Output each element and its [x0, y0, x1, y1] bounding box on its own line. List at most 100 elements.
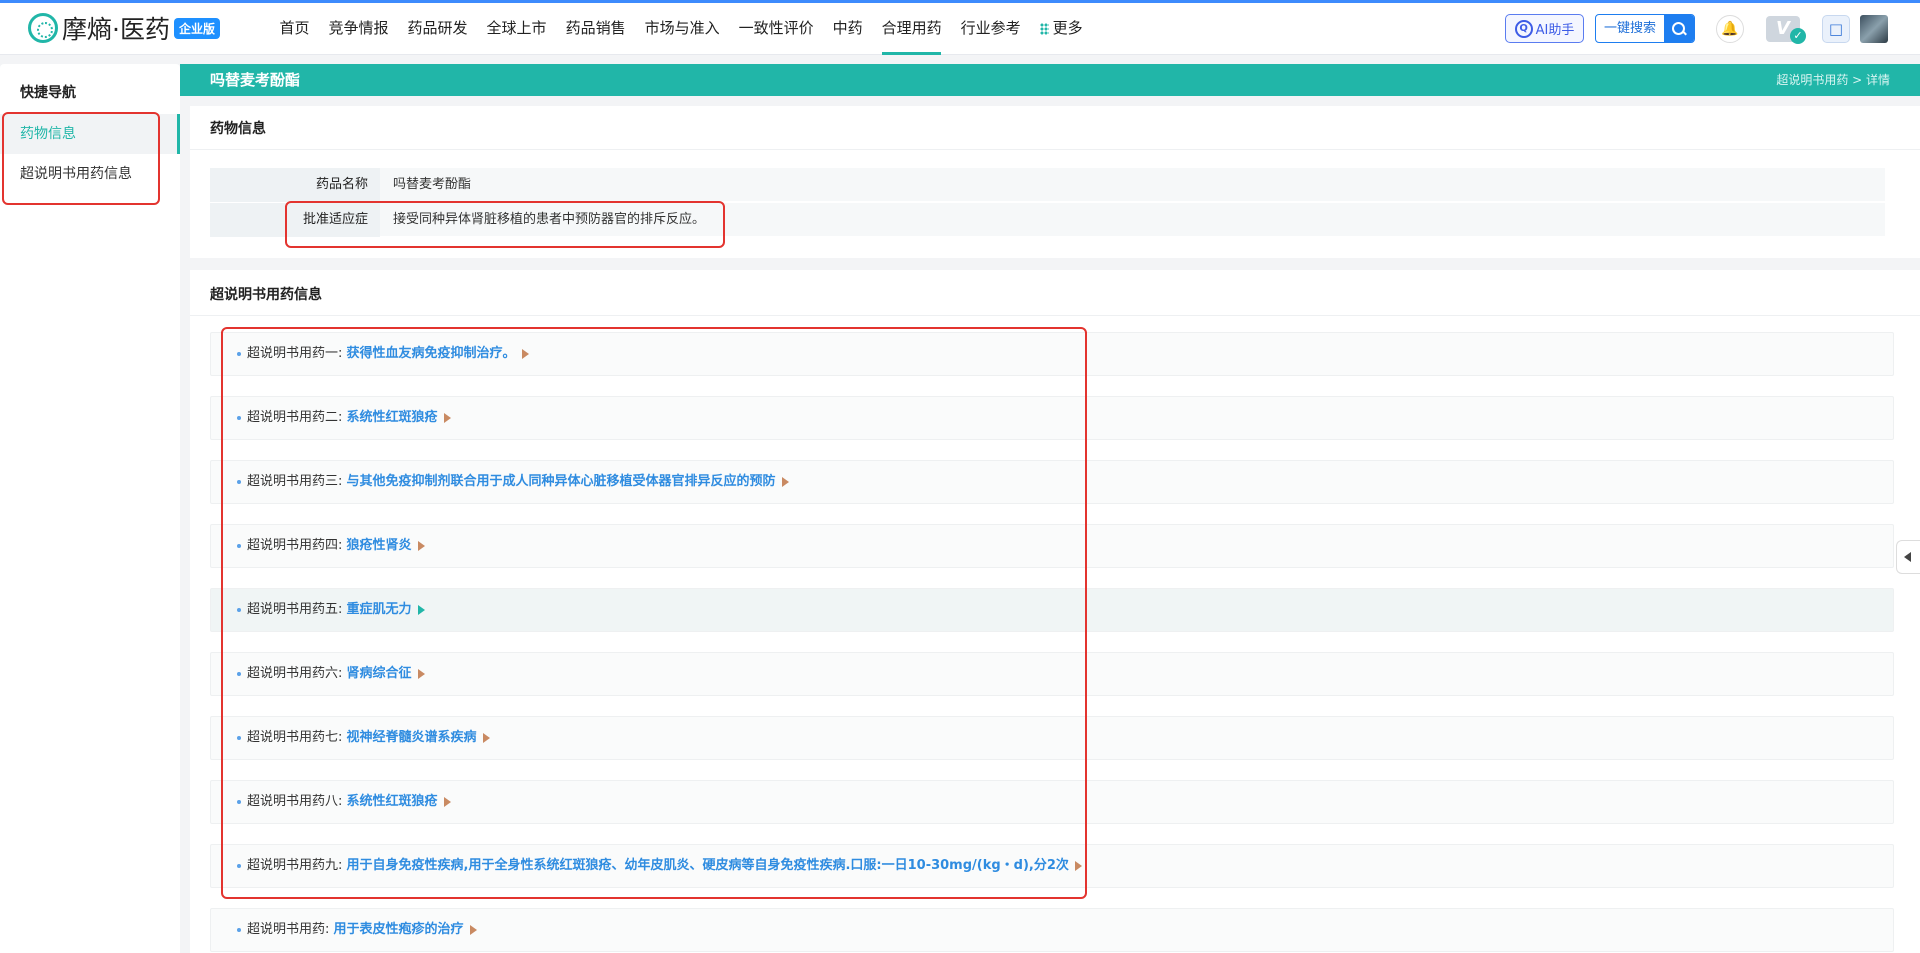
logo-icon	[28, 13, 58, 43]
drug-info-title: 药物信息	[210, 121, 266, 137]
expand-arrow-icon[interactable]	[1074, 860, 1082, 871]
bullet-icon	[237, 351, 241, 356]
nav-item-rnd[interactable]: 药品研发	[398, 3, 477, 55]
expand-arrow-icon[interactable]	[417, 668, 425, 679]
nav-more-label: 更多	[1052, 19, 1083, 37]
expand-arrow-icon[interactable]	[417, 604, 425, 615]
edition-badge: 企业版	[173, 17, 220, 39]
info-label: 药品名称	[210, 168, 380, 202]
ai-assistant-button[interactable]: Q AI助手	[1505, 14, 1584, 43]
bell-icon[interactable]: 🔔	[1716, 15, 1744, 43]
nav-item-tcm[interactable]: 中药	[823, 3, 872, 55]
nav-item-rational-use[interactable]: 合理用药	[872, 3, 951, 55]
bullet-icon	[237, 735, 241, 740]
off-label-item-link[interactable]: 系统性红斑狼疮	[347, 410, 438, 425]
off-label-item[interactable]: 超说明书用药七: 视神经脊髓炎谱系疾病	[210, 716, 1894, 760]
off-label-item[interactable]: 超说明书用药: 用于表皮性疱疹的治疗	[210, 908, 1894, 952]
off-label-item-content: 超说明书用药六: 肾病综合征	[237, 653, 425, 695]
off-label-item-content: 超说明书用药七: 视神经脊髓炎谱系疾病	[237, 717, 490, 759]
expand-arrow-icon[interactable]	[443, 412, 451, 423]
off-label-item-label: 超说明书用药二:	[247, 410, 343, 425]
off-label-item-label: 超说明书用药八:	[247, 794, 343, 809]
off-label-item-label: 超说明书用药四:	[247, 538, 343, 553]
nav-item-sales[interactable]: 药品销售	[556, 3, 635, 55]
off-label-item-link[interactable]: 重症肌无力	[347, 602, 412, 617]
divider	[190, 149, 1920, 150]
off-label-item-label: 超说明书用药:	[247, 922, 330, 937]
expand-arrow-icon[interactable]	[443, 796, 451, 807]
sidebar-item-drug-info[interactable]: 药物信息	[0, 114, 180, 154]
info-row-indication: 批准适应症 接受同种异体肾脏移植的患者中预防器官的排斥反应。	[210, 203, 1885, 237]
bullet-icon	[237, 479, 241, 484]
drug-info-card: 药物信息 药品名称 吗替麦考酚酯 批准适应症 接受同种异体肾脏移植的患者中预防器…	[190, 106, 1920, 258]
off-label-item-content: 超说明书用药四: 狼疮性肾炎	[237, 525, 425, 567]
off-label-item-link[interactable]: 狼疮性肾炎	[347, 538, 412, 553]
collapse-panel-button[interactable]	[1896, 540, 1920, 574]
bullet-icon	[237, 415, 241, 420]
sidebar-item-off-label-info[interactable]: 超说明书用药信息	[0, 154, 180, 194]
expand-arrow-icon[interactable]	[521, 348, 529, 359]
off-label-item-label: 超说明书用药九:	[247, 858, 343, 873]
main-content: 吗替麦考酚酯 超说明书用药 > 详情 药物信息 药品名称 吗替麦考酚酯 批准适应…	[180, 64, 1920, 953]
bullet-icon	[237, 863, 241, 868]
off-label-item-link[interactable]: 用于自身免疫性疾病,用于全身性系统红斑狼疮、幼年皮肌炎、硬皮病等自身免疫性疾病.…	[347, 858, 1069, 873]
expand-arrow-icon[interactable]	[482, 732, 490, 743]
expand-arrow-icon[interactable]	[469, 924, 477, 935]
nav-item-industry[interactable]: 行业参考	[951, 3, 1030, 55]
top-header: 摩熵·医药 企业版 首页 竞争情报 药品研发 全球上市 药品销售 市场与准入 一…	[0, 3, 1920, 55]
bullet-icon	[237, 671, 241, 676]
info-label: 批准适应症	[210, 203, 380, 237]
expand-arrow-icon[interactable]	[781, 476, 789, 487]
off-label-item-link[interactable]: 系统性红斑狼疮	[347, 794, 438, 809]
off-label-item-content: 超说明书用药一: 获得性血友病免疫抑制治疗。	[237, 333, 529, 375]
off-label-item[interactable]: 超说明书用药五: 重症肌无力	[210, 588, 1894, 632]
book-icon[interactable]: □	[1822, 15, 1850, 43]
off-label-item[interactable]: 超说明书用药四: 狼疮性肾炎	[210, 524, 1894, 568]
off-label-title: 超说明书用药信息	[210, 287, 322, 303]
ai-icon: Q	[1514, 19, 1533, 38]
bullet-icon	[237, 607, 241, 612]
nav-item-market-access[interactable]: 市场与准入	[635, 3, 729, 55]
off-label-item[interactable]: 超说明书用药八: 系统性红斑狼疮	[210, 780, 1894, 824]
page-title: 吗替麦考酚酯	[210, 71, 301, 89]
breadcrumb[interactable]: 超说明书用药 > 详情	[1776, 64, 1890, 96]
bullet-icon	[237, 799, 241, 804]
logo[interactable]: 摩熵·医药 企业版	[28, 11, 220, 45]
off-label-item[interactable]: 超说明书用药二: 系统性红斑狼疮	[210, 396, 1894, 440]
bullet-icon	[237, 543, 241, 548]
nav-item-competition[interactable]: 竞争情报	[319, 3, 398, 55]
nav-item-home[interactable]: 首页	[270, 3, 319, 55]
nav-item-consistency[interactable]: 一致性评价	[729, 3, 823, 55]
off-label-item-label: 超说明书用药七:	[247, 730, 343, 745]
off-label-item-content: 超说明书用药八: 系统性红斑狼疮	[237, 781, 451, 823]
info-value: 接受同种异体肾脏移植的患者中预防器官的排斥反应。	[393, 212, 706, 227]
off-label-item[interactable]: 超说明书用药一: 获得性血友病免疫抑制治疗。	[210, 332, 1894, 376]
page-banner: 吗替麦考酚酯 超说明书用药 > 详情	[180, 64, 1920, 96]
off-label-item-link[interactable]: 肾病综合征	[347, 666, 412, 681]
off-label-item-content: 超说明书用药: 用于表皮性疱疹的治疗	[237, 909, 477, 951]
check-icon: ✓	[1790, 28, 1806, 44]
off-label-item-link[interactable]: 用于表皮性疱疹的治疗	[334, 922, 464, 937]
expand-arrow-icon[interactable]	[417, 540, 425, 551]
search-label: 一键搜索	[1603, 21, 1656, 36]
one-click-search-button[interactable]: 一键搜索	[1595, 14, 1695, 43]
bullet-icon	[237, 927, 241, 932]
off-label-item-label: 超说明书用药三:	[247, 474, 343, 489]
nav-item-more[interactable]: 更多	[1030, 3, 1092, 55]
avatar[interactable]	[1860, 15, 1888, 43]
off-label-item[interactable]: 超说明书用药六: 肾病综合征	[210, 652, 1894, 696]
off-label-item-link[interactable]: 获得性血友病免疫抑制治疗。	[347, 346, 516, 361]
info-row-drug-name: 药品名称 吗替麦考酚酯	[210, 168, 1885, 202]
search-icon	[1664, 15, 1694, 42]
nav-item-global-launch[interactable]: 全球上市	[477, 3, 556, 55]
off-label-item-content: 超说明书用药三: 与其他免疫抑制剂联合用于成人同种异体心脏移植受体器官排异反应的…	[237, 461, 789, 503]
info-value: 吗替麦考酚酯	[393, 177, 472, 192]
off-label-item[interactable]: 超说明书用药三: 与其他免疫抑制剂联合用于成人同种异体心脏移植受体器官排异反应的…	[210, 460, 1894, 504]
off-label-item-link[interactable]: 与其他免疫抑制剂联合用于成人同种异体心脏移植受体器官排异反应的预防	[347, 474, 776, 489]
vip-badge[interactable]: V ✓	[1766, 14, 1806, 44]
off-label-item-content: 超说明书用药九: 用于自身免疫性疾病,用于全身性系统红斑狼疮、幼年皮肌炎、硬皮病…	[237, 845, 1082, 887]
off-label-item[interactable]: 超说明书用药九: 用于自身免疫性疾病,用于全身性系统红斑狼疮、幼年皮肌炎、硬皮病…	[210, 844, 1894, 888]
off-label-item-label: 超说明书用药六:	[247, 666, 343, 681]
off-label-item-link[interactable]: 视神经脊髓炎谱系疾病	[347, 730, 477, 745]
off-label-item-label: 超说明书用药五:	[247, 602, 343, 617]
